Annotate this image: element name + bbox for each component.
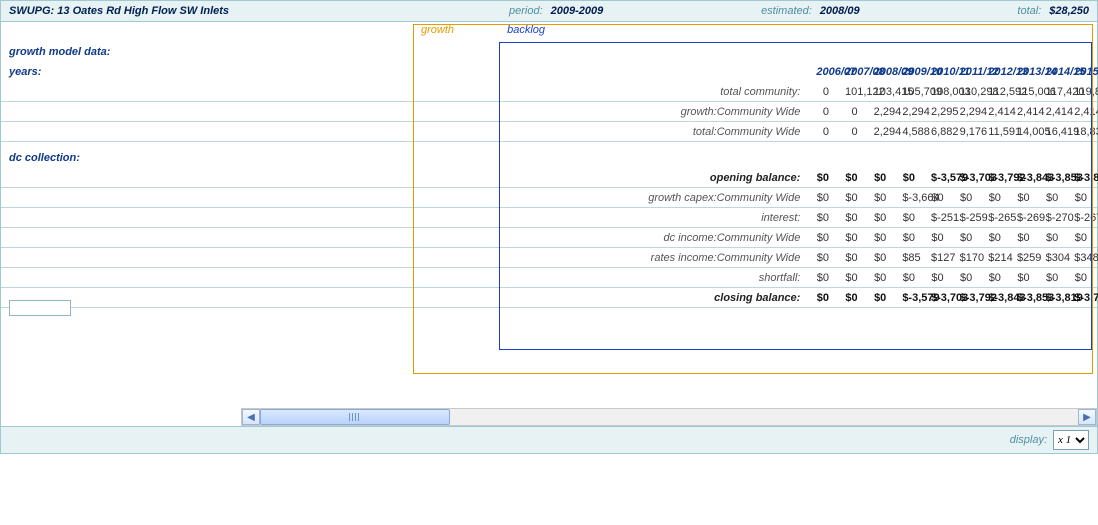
section-dc-collection: dc collection:	[1, 148, 810, 168]
row-closing: closing balance: $0$0$0$-3,579$-3,703$-3…	[1, 288, 1097, 308]
estimated-label: estimated:	[761, 5, 812, 17]
footer-bar: display: x 1	[1, 426, 1097, 453]
data-grid: growth model data: years: 2006/07 2007/0…	[1, 42, 1097, 308]
period-value: 2009-2009	[551, 5, 604, 17]
row-opening: opening balance: $0$0$0$0$-3,579$-3,703$…	[1, 168, 1097, 188]
section-growth-model: growth model data:	[1, 42, 810, 62]
scroll-track[interactable]	[260, 409, 1078, 425]
row-interest: interest: $0$0$0$0$-251$-259$-265$-269$-…	[1, 208, 1097, 228]
page-title: SWUPG: 13 Oates Rd High Flow SW Inlets	[9, 5, 509, 17]
year-col: 2006/07	[810, 62, 839, 82]
header-bar: SWUPG: 13 Oates Rd High Flow SW Inlets p…	[1, 1, 1097, 22]
shortfall-input[interactable]	[9, 300, 71, 316]
display-select[interactable]: x 1	[1053, 430, 1089, 450]
scroll-thumb[interactable]	[260, 409, 450, 425]
estimated-value: 2008/09	[820, 5, 860, 17]
horizontal-scrollbar[interactable]: ◀ ▶	[241, 408, 1097, 426]
app-panel: SWUPG: 13 Oates Rd High Flow SW Inlets p…	[0, 0, 1098, 454]
row-total-cw: total:Community Wide 002,2944,5886,8829,…	[1, 122, 1097, 142]
row-rates-income: rates income:Community Wide $0$0$0$85$12…	[1, 248, 1097, 268]
total-value: $28,250	[1049, 5, 1089, 17]
row-years: years: 2006/07 2007/08 2008/09 2009/10 2…	[1, 62, 1097, 82]
years-label: years:	[1, 62, 810, 82]
row-shortfall: shortfall: $0$0$0$0$0$0$0$0$0$0	[1, 268, 1097, 288]
row-total-community: total community: 0101,122103,415105,7091…	[1, 82, 1097, 102]
scroll-left-icon[interactable]: ◀	[242, 409, 260, 425]
row-growth-capex: growth capex:Community Wide $0$0$0$-3,66…	[1, 188, 1097, 208]
period-label: period:	[509, 5, 543, 17]
row-growth-cw: growth:Community Wide 002,2942,2942,2952…	[1, 102, 1097, 122]
row-dc-income: dc income:Community Wide $0$0$0$0$0$0$0$…	[1, 228, 1097, 248]
total-label: total:	[1017, 5, 1041, 17]
scroll-right-icon[interactable]: ▶	[1078, 409, 1096, 425]
display-label: display:	[1010, 434, 1047, 446]
